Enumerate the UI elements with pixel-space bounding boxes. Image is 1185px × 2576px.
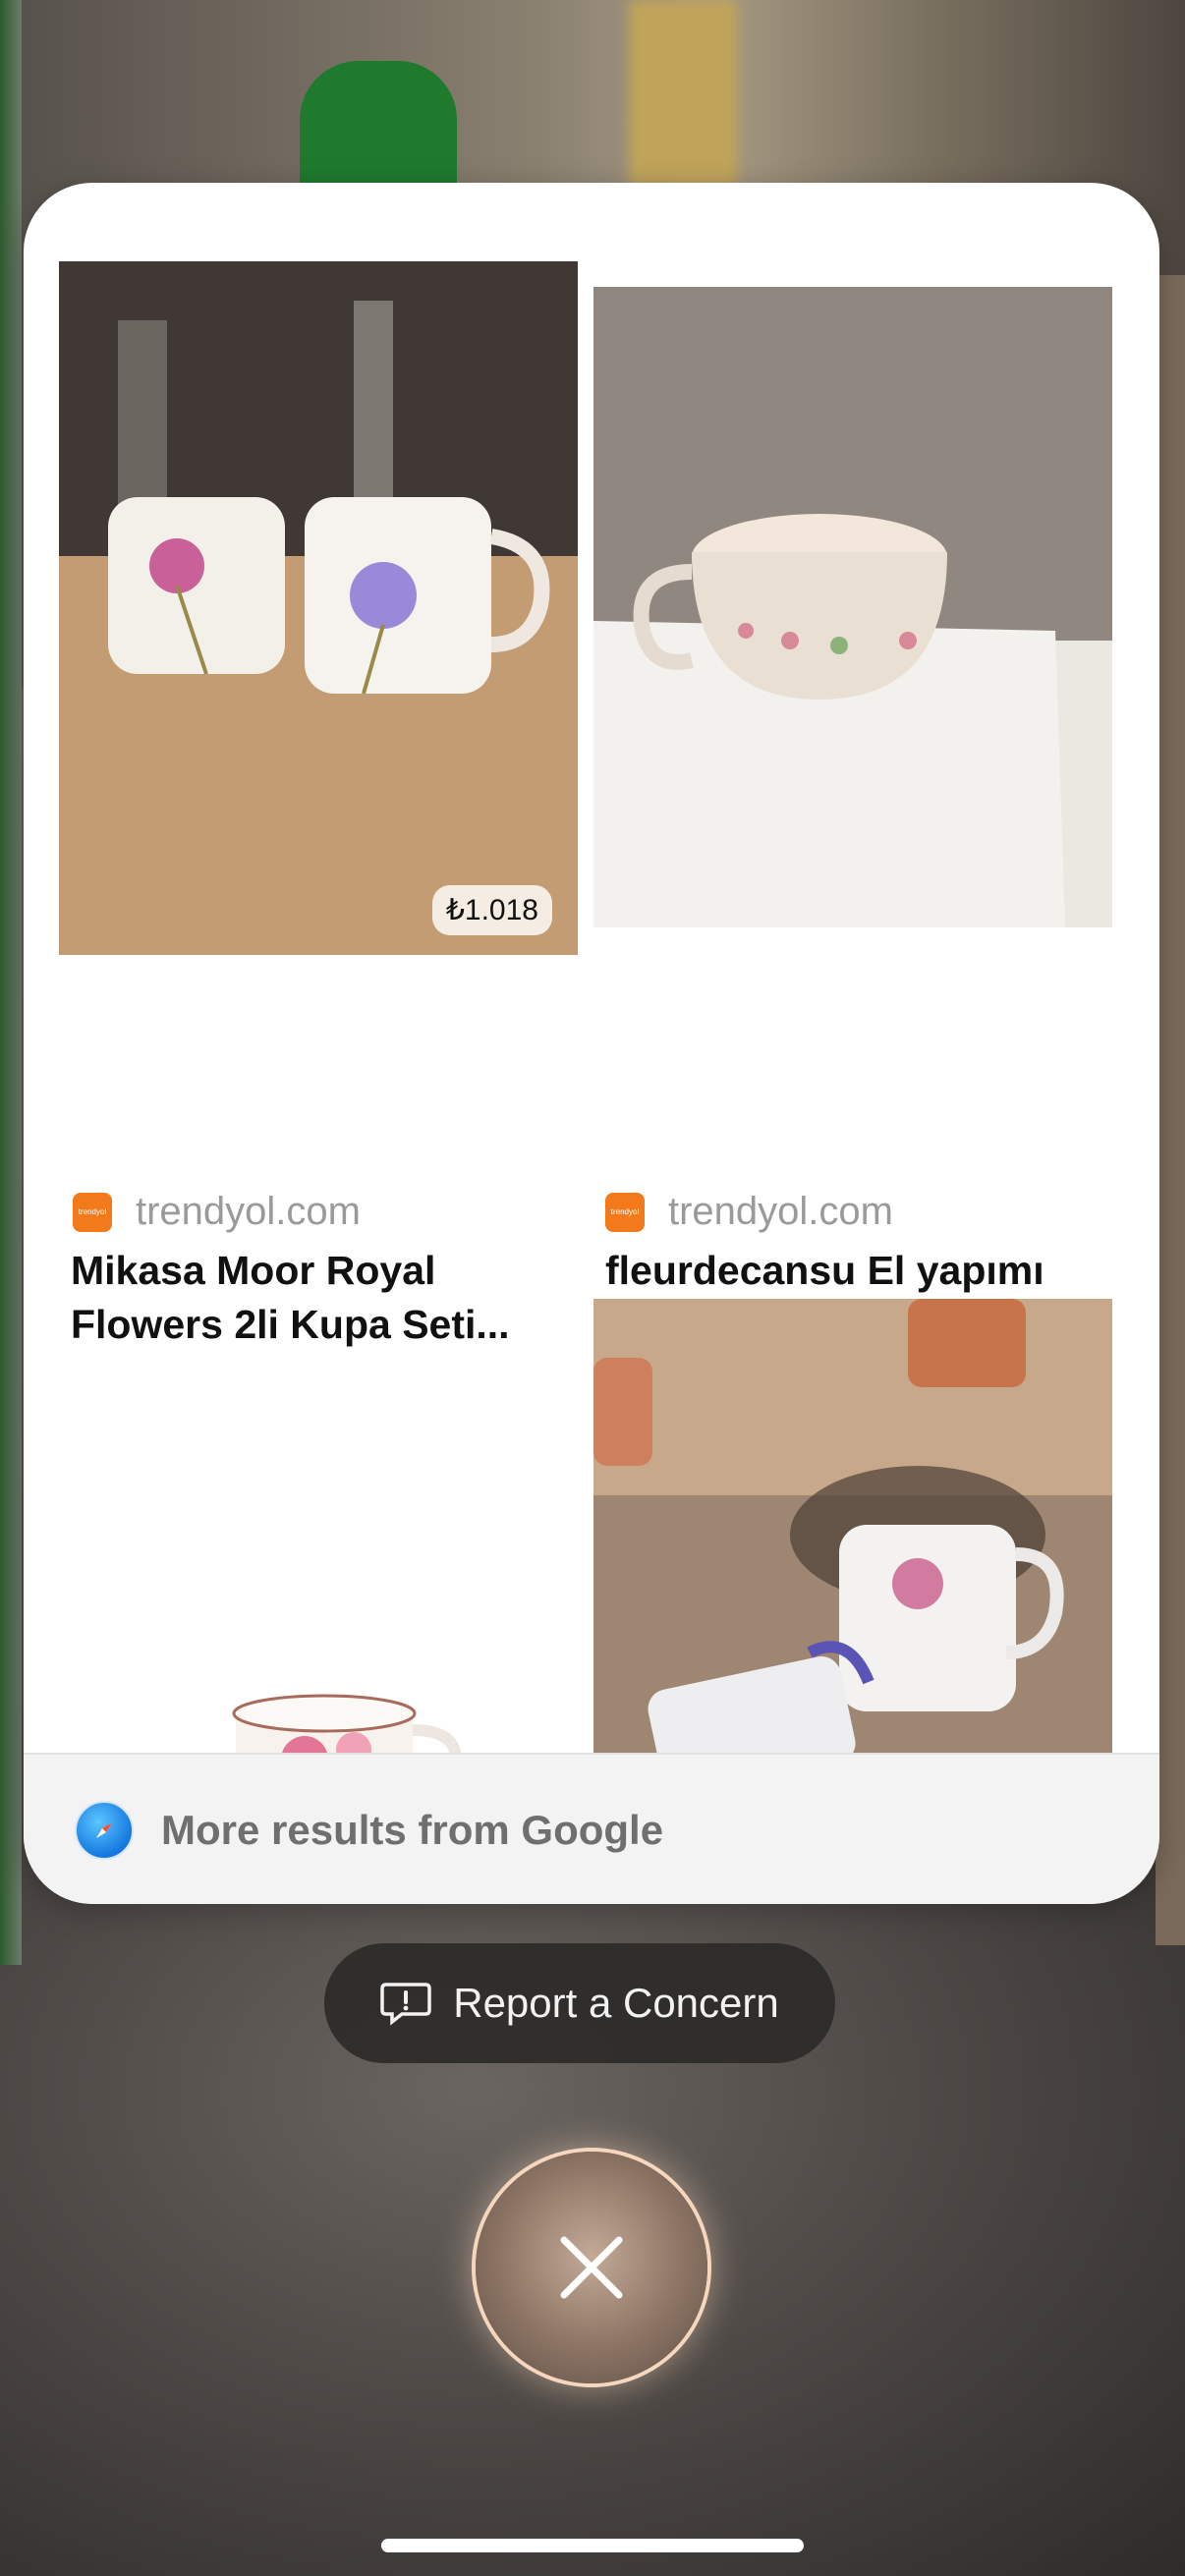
safari-compass-icon bbox=[75, 1801, 134, 1860]
result-thumbnail[interactable] bbox=[593, 287, 1112, 927]
visual-search-results-card: ₺1.018 trendyol trendyol.com Mikasa Moor… bbox=[24, 183, 1159, 1904]
price-badge: ₺1.018 bbox=[431, 885, 552, 935]
more-results-bar[interactable]: More results from Google bbox=[24, 1753, 1159, 1904]
result-thumbnail[interactable]: ₺1.018 bbox=[59, 261, 578, 955]
result-thumbnail[interactable] bbox=[59, 1499, 578, 1753]
more-results-label: More results from Google bbox=[161, 1807, 664, 1853]
home-indicator[interactable] bbox=[381, 2539, 804, 2552]
result-item[interactable]: trendyol trendyol.com fleurdecansu El ya… bbox=[593, 183, 1159, 1347]
report-concern-button[interactable]: Report a Concern bbox=[324, 1943, 835, 2063]
result-thumbnail[interactable] bbox=[593, 1299, 1112, 1753]
result-item[interactable]: ₺1.018 trendyol trendyol.com Mikasa Moor… bbox=[24, 183, 593, 1347]
report-bubble-icon bbox=[380, 1983, 431, 2026]
result-item[interactable] bbox=[593, 1165, 1159, 1753]
close-button[interactable] bbox=[476, 2152, 707, 2383]
result-item[interactable] bbox=[24, 1165, 593, 1753]
close-icon bbox=[560, 2236, 623, 2299]
report-concern-label: Report a Concern bbox=[453, 1980, 779, 2026]
